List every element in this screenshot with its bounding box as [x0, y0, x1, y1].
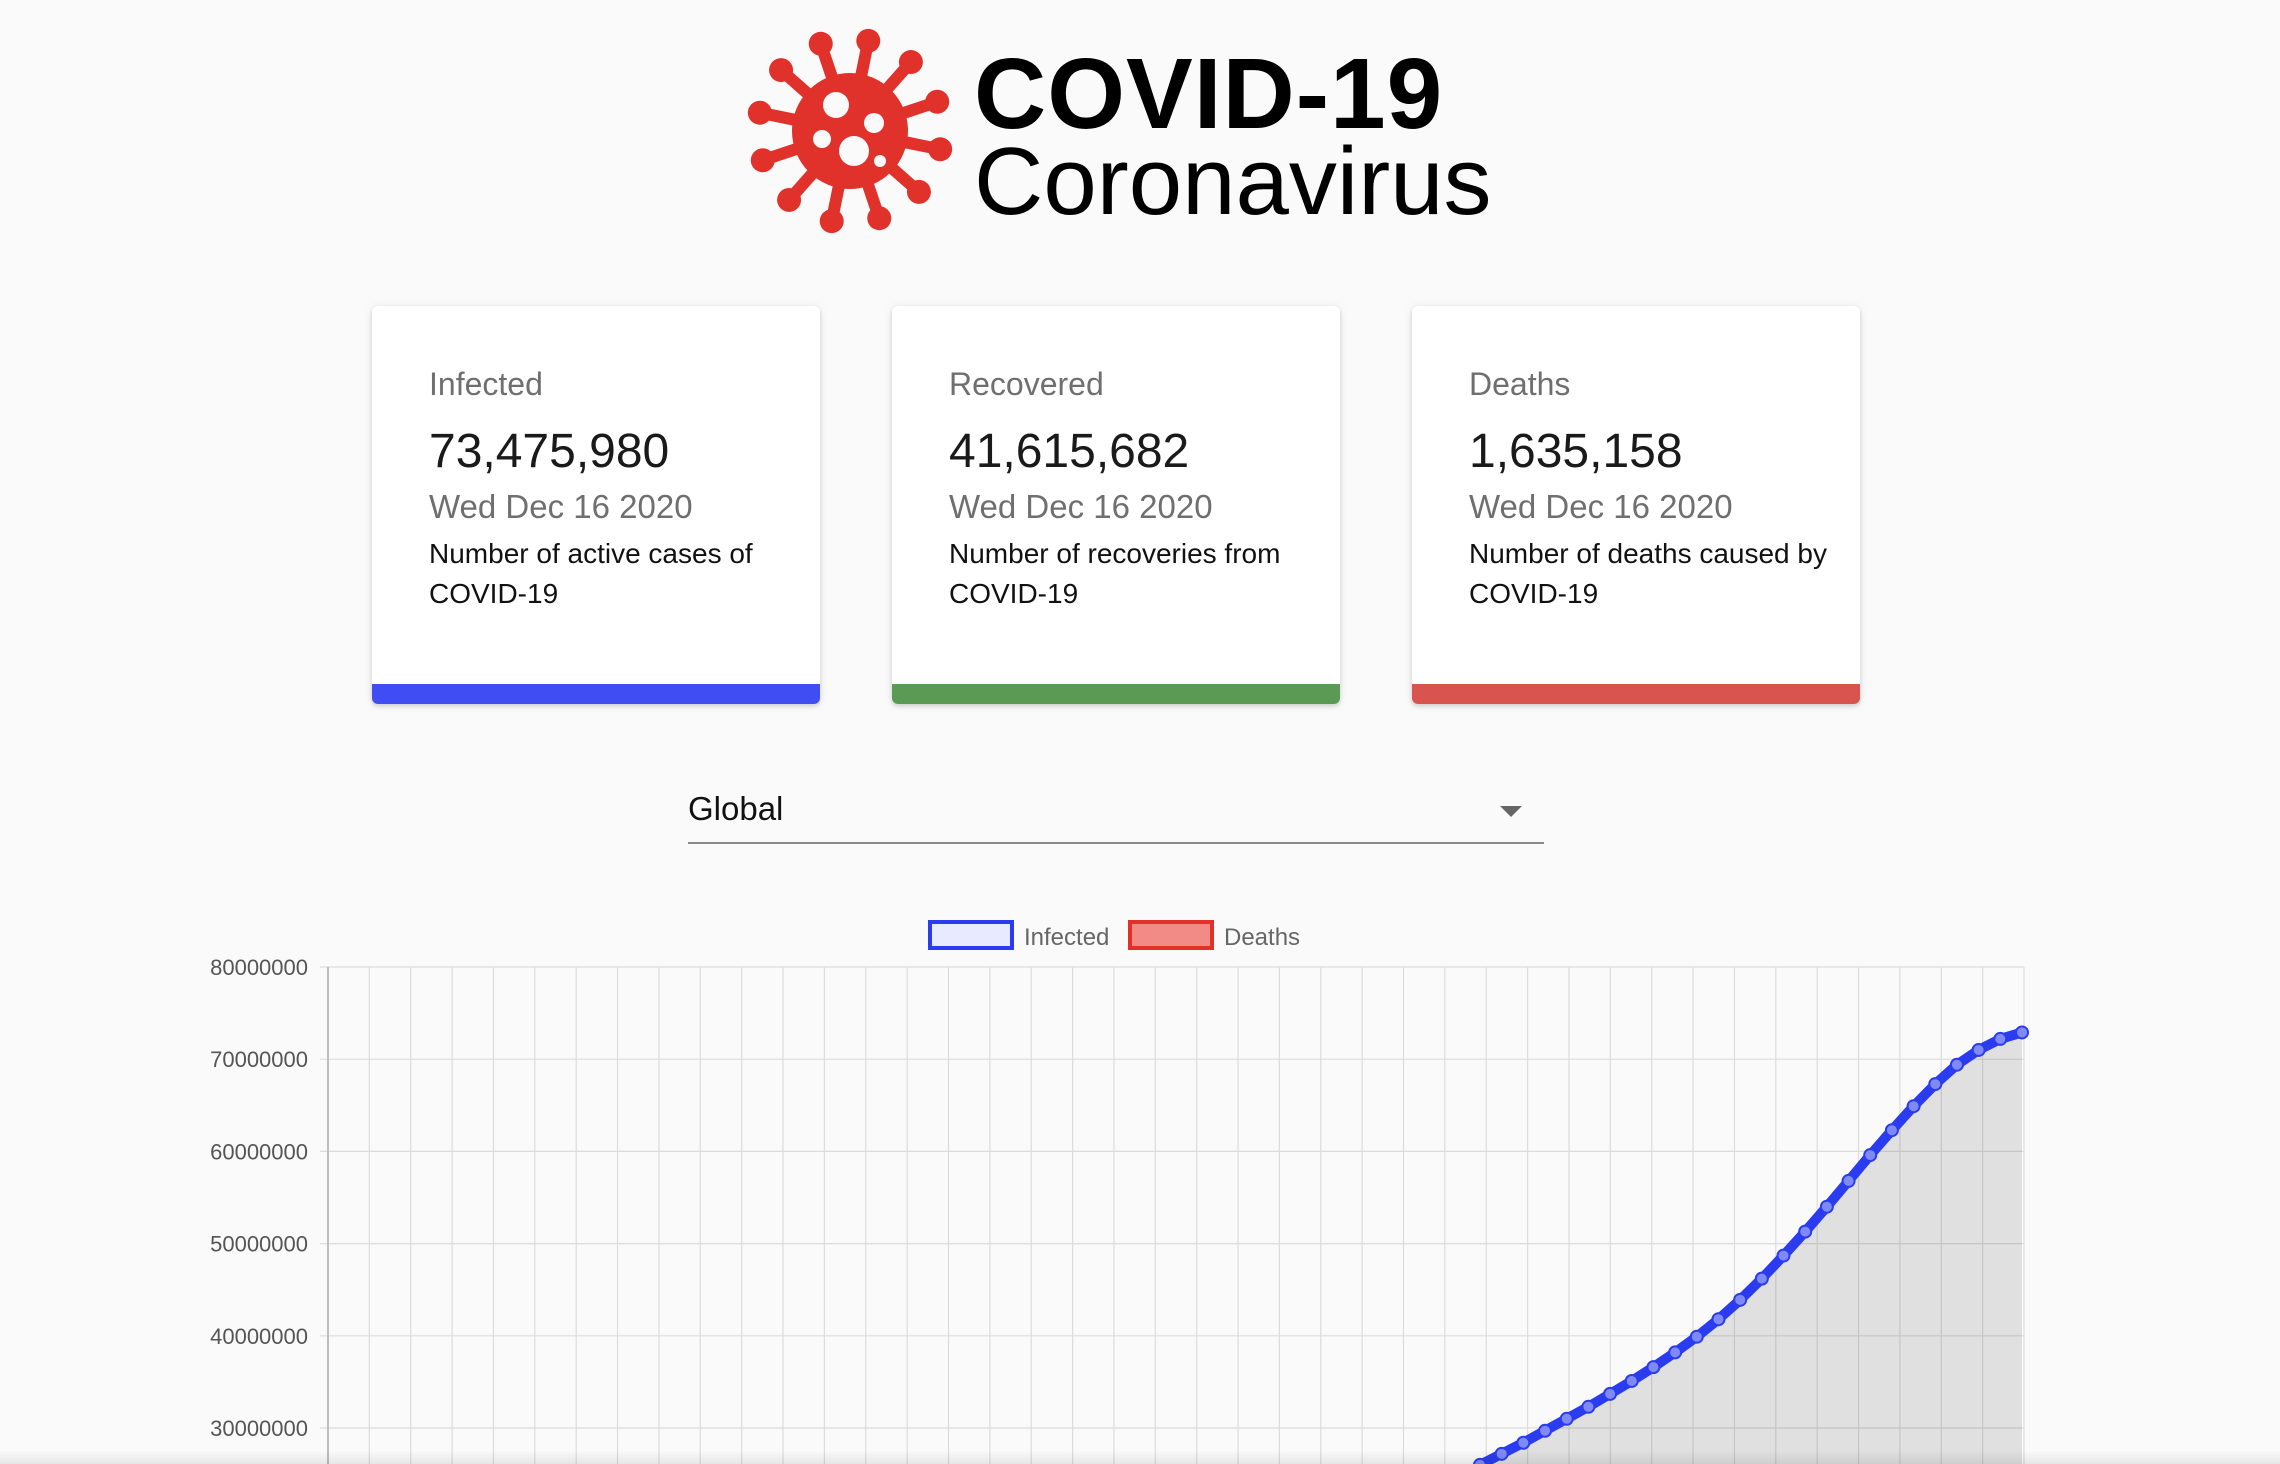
y-tick-label: 80000000	[210, 955, 308, 980]
app-header: COVID-19 Coronavirus	[0, 0, 2280, 260]
infected-point[interactable]	[1819, 1199, 1834, 1214]
card-accent-bar	[372, 684, 820, 704]
infected-point[interactable]	[1624, 1373, 1639, 1388]
y-tick-label: 60000000	[210, 1139, 308, 1164]
infected-point[interactable]	[1798, 1224, 1813, 1239]
infected-point[interactable]	[2015, 1025, 2029, 1040]
card-description: Number of active cases of COVID-19	[429, 538, 753, 609]
card-accent-bar	[892, 684, 1340, 704]
card-accent-bar	[1412, 684, 1860, 704]
legend-label-deaths[interactable]: Deaths	[1224, 924, 1300, 951]
infected-point[interactable]	[1971, 1042, 1986, 1057]
infected-area	[1480, 1032, 2022, 1464]
card-description: Number of deaths caused by COVID-19	[1469, 538, 1827, 609]
card-date: Wed Dec 16 2020	[429, 488, 693, 525]
card-date: Wed Dec 16 2020	[949, 488, 1213, 525]
cases-chart: Infected Deaths 80000000 70000000 60000000 5…	[0, 900, 2280, 1464]
country-select[interactable]: Global	[688, 780, 1544, 844]
deaths-card: Deaths 1,635,158 Wed Dec 16 2020 Number …	[1412, 306, 1860, 704]
infected-point[interactable]	[1538, 1423, 1553, 1438]
infected-point[interactable]	[1863, 1148, 1878, 1163]
line-chart: Infected Deaths 80000000 70000000 60000000 5…	[210, 920, 2029, 1464]
y-tick-label: 70000000	[210, 1047, 308, 1072]
infected-point[interactable]	[1884, 1123, 1899, 1138]
legend-label-infected[interactable]: Infected	[1024, 924, 1109, 951]
card-title: Infected	[429, 366, 543, 402]
infected-point[interactable]	[1668, 1345, 1683, 1360]
card-value: 73,475,980	[429, 425, 670, 478]
legend-swatch-deaths[interactable]	[1128, 920, 1214, 950]
infected-point[interactable]	[1581, 1399, 1596, 1414]
y-tick-label: 40000000	[210, 1324, 308, 1349]
infected-point[interactable]	[1689, 1329, 1704, 1344]
infected-point[interactable]	[1906, 1099, 1921, 1114]
virus-icon	[747, 28, 953, 234]
infected-card: Infected 73,475,980 Wed Dec 16 2020 Numb…	[372, 306, 820, 704]
infected-point[interactable]	[1841, 1173, 1856, 1188]
card-title: Recovered	[949, 366, 1104, 402]
infected-point[interactable]	[1646, 1360, 1661, 1375]
card-title: Deaths	[1469, 366, 1571, 402]
infected-point[interactable]	[1928, 1077, 1943, 1092]
card-value: 1,635,158	[1469, 425, 1683, 478]
infected-point[interactable]	[1776, 1248, 1791, 1263]
infected-point[interactable]	[1603, 1386, 1618, 1401]
card-date: Wed Dec 16 2020	[1469, 488, 1733, 525]
app-subtitle: Coronavirus	[974, 128, 1492, 235]
card-value: 41,615,682	[949, 425, 1190, 478]
infected-point[interactable]	[1993, 1031, 2008, 1046]
y-tick-label: 30000000	[210, 1416, 308, 1441]
infected-point[interactable]	[1559, 1411, 1574, 1426]
infected-point[interactable]	[1711, 1312, 1726, 1327]
infected-point[interactable]	[1733, 1292, 1748, 1307]
chevron-down-icon[interactable]	[1500, 806, 1522, 817]
infected-point[interactable]	[1949, 1057, 1964, 1072]
country-select-value: Global	[688, 790, 784, 827]
recovered-card: Recovered 41,615,682 Wed Dec 16 2020 Num…	[892, 306, 1340, 704]
infected-point[interactable]	[1516, 1435, 1531, 1450]
bottom-shadow	[0, 1450, 2280, 1464]
y-tick-label: 50000000	[210, 1232, 308, 1257]
card-description: Number of recoveries from COVID-19	[949, 538, 1281, 609]
legend-swatch-infected[interactable]	[928, 920, 1014, 950]
infected-point[interactable]	[1754, 1271, 1769, 1286]
